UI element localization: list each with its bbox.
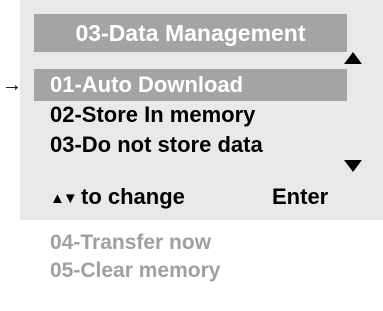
scroll-down-icon <box>344 160 362 172</box>
menu-title: 03-Data Management <box>75 20 306 46</box>
scroll-up-icon <box>344 52 362 64</box>
enter-softkey-label[interactable]: Enter <box>272 182 328 212</box>
change-hint-label: to change <box>81 184 185 209</box>
cursor-arrow-icon: → <box>2 74 22 96</box>
menu-item-store-in-memory[interactable]: 02-Store In memory <box>50 100 255 130</box>
menu-item-transfer-now: 04-Transfer now <box>50 231 212 254</box>
menu-item-do-not-store-data[interactable]: 03-Do not store data <box>50 130 263 160</box>
menu-item-clear-memory: 05-Clear memory <box>50 259 221 282</box>
up-down-arrows-icon: ▲▼ <box>50 190 78 207</box>
menu-item-auto-download[interactable]: 01-Auto Download <box>50 70 243 100</box>
